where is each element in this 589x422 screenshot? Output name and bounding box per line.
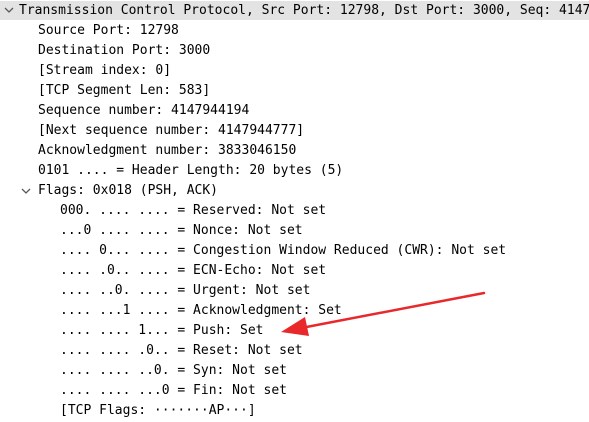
segment-len-label: [TCP Segment Len: 583] <box>38 83 211 98</box>
flag-syn-label: .... .... ..0. = Syn: Not set <box>60 363 287 378</box>
flag-fin-label: .... .... ...0 = Fin: Not set <box>60 383 287 398</box>
tree-row-tcp-header[interactable]: Transmission Control Protocol, Src Port:… <box>0 1 589 20</box>
tree-row-flag-ecn-echo[interactable]: .... .0.. .... = ECN-Echo: Not set <box>0 261 589 281</box>
sequence-number-label: Sequence number: 4147944194 <box>38 103 250 118</box>
tree-row-destination-port[interactable]: Destination Port: 3000 <box>0 41 589 61</box>
tree-row-sequence-number[interactable]: Sequence number: 4147944194 <box>0 101 589 121</box>
tree-row-flag-acknowledgment[interactable]: .... ...1 .... = Acknowledgment: Set <box>0 301 589 321</box>
tree-row-flags[interactable]: Flags: 0x018 (PSH, ACK) <box>0 181 589 201</box>
destination-port-label: Destination Port: 3000 <box>38 43 211 58</box>
flag-cwr-label: .... 0... .... = Congestion Window Reduc… <box>60 243 507 258</box>
flag-reset-label: .... .... .0.. = Reset: Not set <box>60 343 303 358</box>
tree-row-flag-reserved[interactable]: 000. .... .... = Reserved: Not set <box>0 201 589 221</box>
tree-row-flag-urgent[interactable]: .... ..0. .... = Urgent: Not set <box>0 281 589 301</box>
flag-reserved-label: 000. .... .... = Reserved: Not set <box>60 203 327 218</box>
tree-row-flag-nonce[interactable]: ...0 .... .... = Nonce: Not set <box>0 221 589 241</box>
header-length-label: 0101 .... = Header Length: 20 bytes (5) <box>38 163 344 178</box>
tree-row-header-length[interactable]: 0101 .... = Header Length: 20 bytes (5) <box>0 161 589 181</box>
chevron-down-icon[interactable] <box>19 181 33 201</box>
chevron-down-icon[interactable] <box>2 1 16 20</box>
tcp-flags-summary-label: [TCP Flags: ·······AP···] <box>60 403 256 418</box>
flag-acknowledgment-label: .... ...1 .... = Acknowledgment: Set <box>60 303 342 318</box>
tree-row-tcp-flags-summary[interactable]: [TCP Flags: ·······AP···] <box>0 401 589 421</box>
tree-row-source-port[interactable]: Source Port: 12798 <box>0 21 589 41</box>
tree-row-flag-fin[interactable]: .... .... ...0 = Fin: Not set <box>0 381 589 401</box>
flag-nonce-label: ...0 .... .... = Nonce: Not set <box>60 223 303 238</box>
stream-index-label: [Stream index: 0] <box>38 63 172 78</box>
tree-row-flag-cwr[interactable]: .... 0... .... = Congestion Window Reduc… <box>0 241 589 261</box>
tree-row-flag-syn[interactable]: .... .... ..0. = Syn: Not set <box>0 361 589 381</box>
tree-row-next-sequence-number[interactable]: [Next sequence number: 4147944777] <box>0 121 589 141</box>
flag-ecn-echo-label: .... .0.. .... = ECN-Echo: Not set <box>60 263 327 278</box>
packet-details-tree: Transmission Control Protocol, Src Port:… <box>0 0 589 422</box>
tree-row-flag-push[interactable]: .... .... 1... = Push: Set <box>0 321 589 341</box>
next-sequence-number-label: [Next sequence number: 4147944777] <box>38 123 305 138</box>
tree-row-flag-reset[interactable]: .... .... .0.. = Reset: Not set <box>0 341 589 361</box>
tree-row-acknowledgment-number[interactable]: Acknowledgment number: 3833046150 <box>0 141 589 161</box>
tree-row-stream-index[interactable]: [Stream index: 0] <box>0 61 589 81</box>
flag-urgent-label: .... ..0. .... = Urgent: Not set <box>60 283 311 298</box>
tree-row-segment-len[interactable]: [TCP Segment Len: 583] <box>0 81 589 101</box>
flags-label: Flags: 0x018 (PSH, ACK) <box>38 183 219 198</box>
source-port-label: Source Port: 12798 <box>38 23 179 38</box>
tcp-header-label: Transmission Control Protocol, Src Port:… <box>19 3 589 18</box>
flag-push-label: .... .... 1... = Push: Set <box>60 323 264 338</box>
acknowledgment-number-label: Acknowledgment number: 3833046150 <box>38 143 297 158</box>
